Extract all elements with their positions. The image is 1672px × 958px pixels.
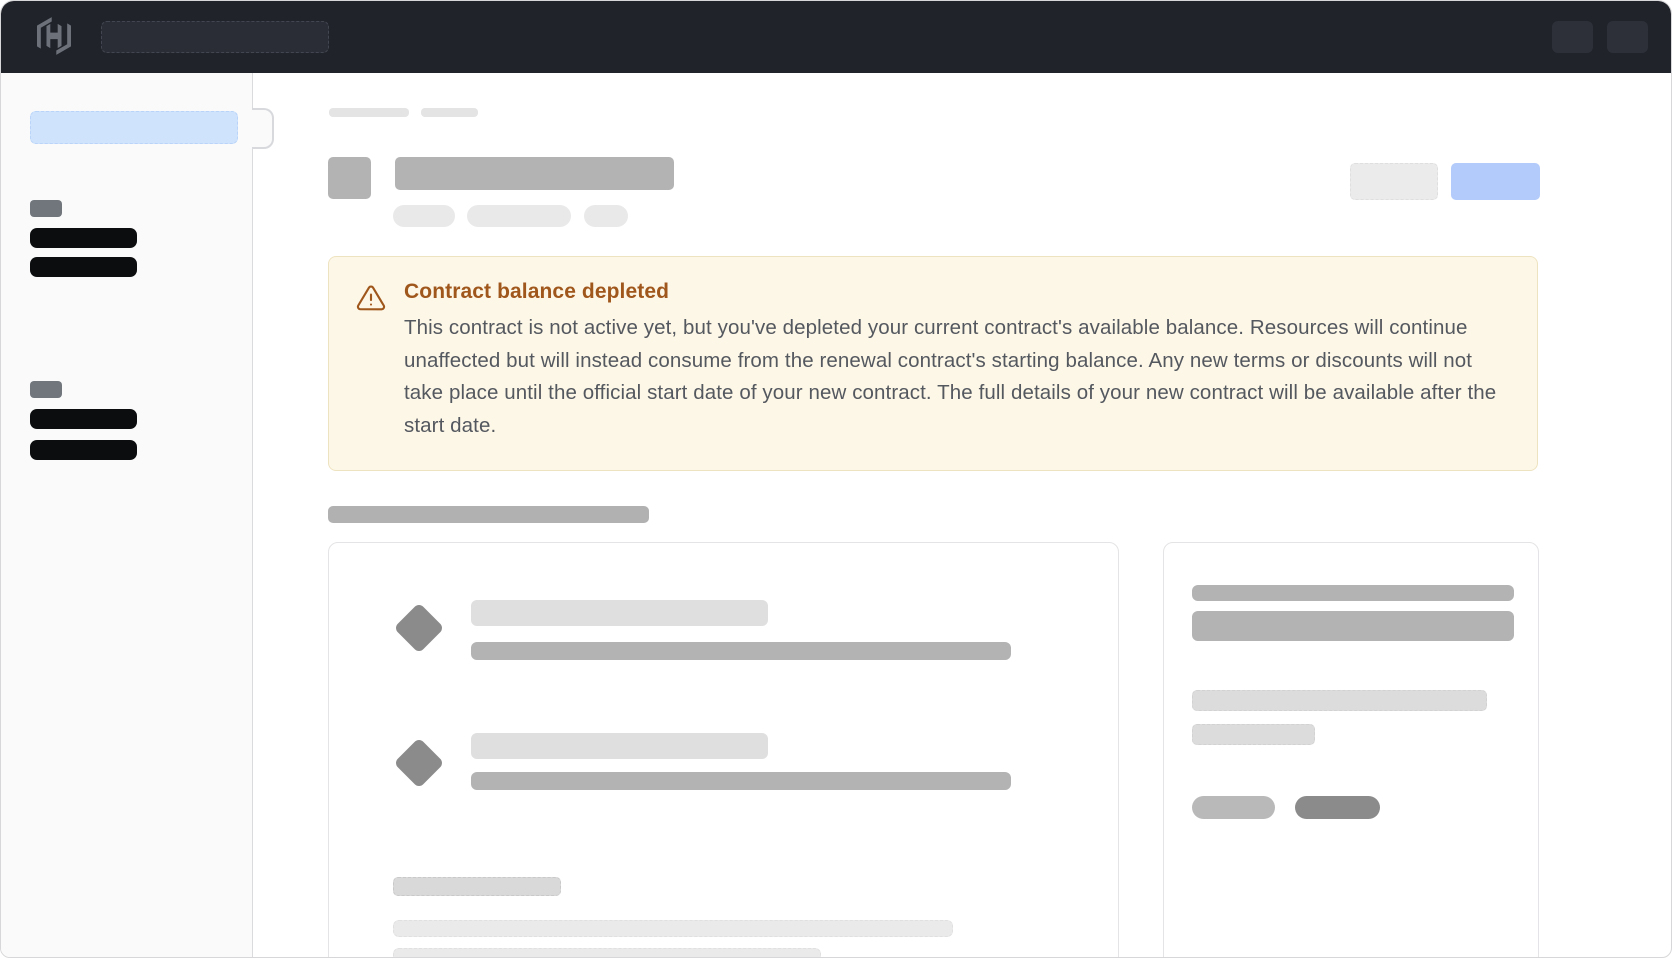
header-action-placeholder-1[interactable] bbox=[1552, 21, 1593, 53]
placeholder-bar bbox=[1192, 690, 1487, 711]
placeholder-bar bbox=[393, 948, 821, 958]
header-action-placeholder-2[interactable] bbox=[1607, 21, 1648, 53]
breadcrumb-segment[interactable] bbox=[421, 108, 478, 117]
warning-triangle-icon bbox=[355, 283, 387, 313]
search-input[interactable] bbox=[101, 21, 329, 53]
secondary-button-placeholder[interactable] bbox=[1350, 163, 1438, 200]
sidebar-item[interactable] bbox=[30, 409, 137, 429]
alert-title: Contract balance depleted bbox=[404, 280, 669, 304]
top-nav-bar bbox=[1, 1, 1671, 73]
content-card bbox=[328, 542, 1119, 958]
primary-button-placeholder[interactable] bbox=[1451, 163, 1540, 200]
placeholder-bar bbox=[471, 600, 768, 626]
sidebar-section-label bbox=[30, 200, 62, 217]
breadcrumb-segment[interactable] bbox=[329, 108, 409, 117]
sidebar bbox=[1, 73, 253, 957]
sidebar-collapse-handle[interactable] bbox=[252, 108, 274, 149]
placeholder-bar bbox=[471, 772, 1011, 790]
placeholder-bar bbox=[393, 920, 953, 937]
card-button-placeholder[interactable] bbox=[1295, 796, 1380, 819]
placeholder-chip bbox=[393, 877, 561, 896]
sidebar-item[interactable] bbox=[30, 228, 137, 248]
placeholder-bar bbox=[471, 733, 768, 759]
page-title-placeholder bbox=[395, 157, 674, 190]
diamond-icon bbox=[394, 603, 445, 654]
page-badge-placeholder bbox=[467, 205, 571, 227]
sidebar-item[interactable] bbox=[30, 440, 137, 460]
page-icon-placeholder bbox=[328, 157, 371, 199]
sidebar-item-active[interactable] bbox=[30, 111, 238, 144]
sidebar-section-label bbox=[30, 381, 62, 398]
placeholder-bar bbox=[1192, 724, 1315, 745]
hashicorp-logo-icon[interactable] bbox=[37, 17, 71, 55]
app-window: Contract balance depleted This contract … bbox=[0, 0, 1672, 958]
placeholder-bar bbox=[1192, 585, 1514, 601]
card-button-placeholder[interactable] bbox=[1192, 796, 1275, 819]
warning-alert: Contract balance depleted This contract … bbox=[328, 256, 1538, 471]
page-badge-placeholder bbox=[393, 205, 455, 227]
diamond-icon bbox=[394, 738, 445, 789]
section-title-placeholder bbox=[328, 506, 649, 523]
page-badge-placeholder bbox=[584, 205, 628, 227]
placeholder-bar bbox=[471, 642, 1011, 660]
alert-body: This contract is not active yet, but you… bbox=[404, 312, 1516, 442]
side-card bbox=[1163, 542, 1539, 958]
placeholder-bar bbox=[1192, 611, 1514, 641]
sidebar-item[interactable] bbox=[30, 257, 137, 277]
screenshot-canvas: Contract balance depleted This contract … bbox=[0, 0, 1672, 958]
